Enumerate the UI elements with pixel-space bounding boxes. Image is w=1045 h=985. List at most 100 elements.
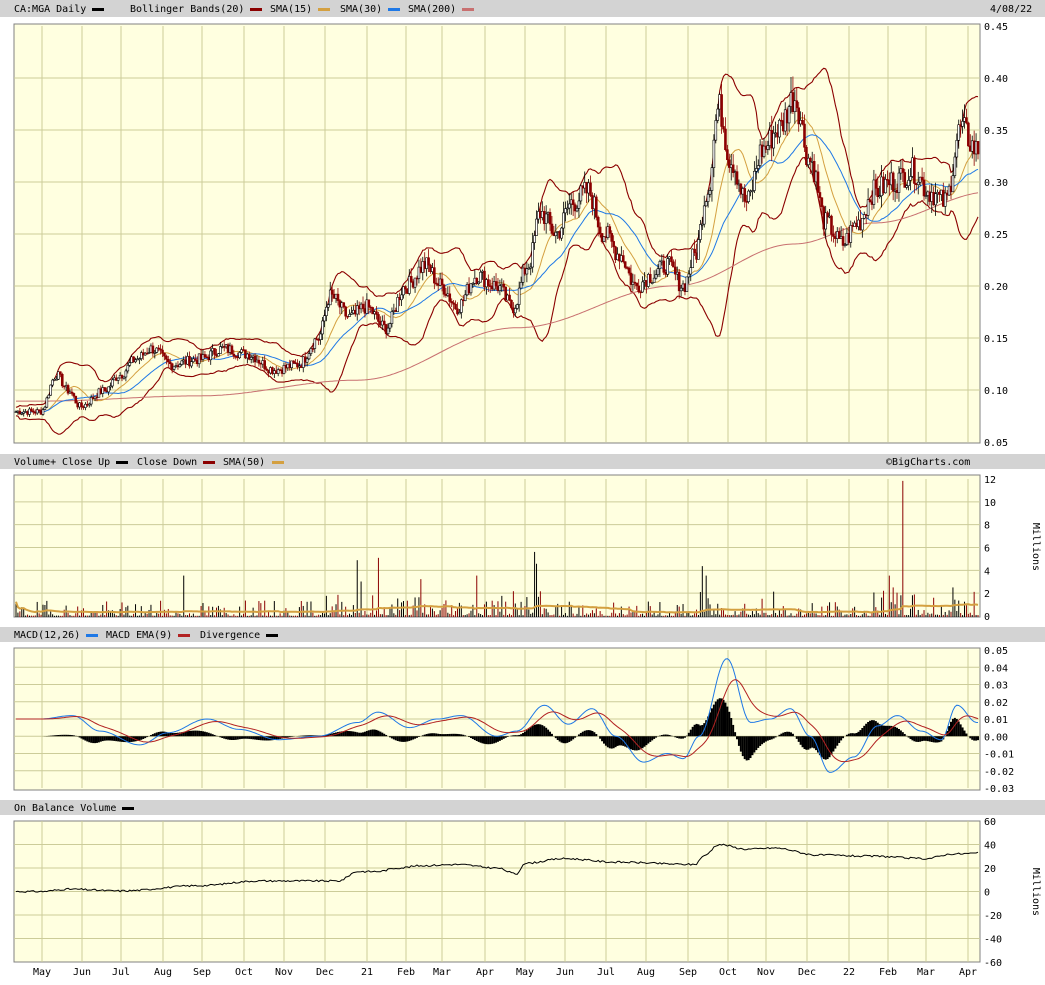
- x-tick-label: May: [516, 967, 534, 978]
- bb-legend-swatch: [250, 8, 262, 11]
- candle-body: [336, 293, 340, 301]
- candle-body: [313, 338, 317, 349]
- candle-body: [710, 167, 714, 191]
- candle-body: [51, 379, 54, 386]
- x-tick-label: Dec: [798, 967, 816, 978]
- price-tick-label: 0.20: [984, 282, 1008, 293]
- candle-body: [213, 348, 216, 355]
- vol-sma-label: SMA(50): [223, 457, 265, 468]
- x-tick-label: Jun: [556, 967, 574, 978]
- candle-body: [232, 353, 236, 357]
- candle-body: [849, 225, 853, 243]
- candle-body: [562, 212, 565, 229]
- candle-body: [861, 217, 864, 231]
- obv-tick-label: 0: [984, 888, 990, 899]
- volume-unit-label: Millions: [1030, 523, 1041, 571]
- candle-body: [724, 128, 727, 151]
- candle-body: [874, 179, 878, 189]
- candle-body: [327, 304, 330, 308]
- candle-body: [656, 268, 660, 275]
- candle-body: [702, 205, 706, 225]
- volume-tick-label: 0: [984, 612, 990, 623]
- candle-body: [305, 358, 309, 363]
- symbol-legend-swatch: [92, 8, 104, 11]
- volume-tick-label: 8: [984, 521, 990, 532]
- x-tick-label: Jun: [73, 967, 91, 978]
- macd-tick-label: 0.00: [984, 732, 1008, 743]
- candle-body: [571, 199, 575, 205]
- candle-body: [367, 299, 371, 308]
- candle-body: [753, 170, 756, 191]
- sma30-legend-swatch: [388, 8, 400, 11]
- candle-body: [554, 231, 558, 237]
- candle-body: [508, 294, 511, 301]
- x-tick-label: 22: [843, 967, 855, 978]
- candle-body: [257, 359, 261, 364]
- candle-body: [502, 283, 506, 288]
- x-axis: May Jun Jul Aug Sep Oct Nov Dec 21 Feb Mar Apr May Ju…: [33, 967, 977, 978]
- candle-body: [623, 261, 627, 268]
- chart-svg: CA:MGA Daily Bollinger Bands(20) SMA(15)…: [0, 0, 1045, 978]
- candle-body: [816, 171, 820, 193]
- candle-body: [433, 267, 436, 284]
- obv-y-axis: 60 40 20 0 -20 -40 -60: [984, 817, 1002, 969]
- candle-body: [598, 226, 602, 234]
- candle-body: [498, 285, 502, 291]
- candle-body: [699, 224, 702, 240]
- candle-body: [217, 353, 220, 357]
- x-tick-label: Oct: [719, 967, 737, 978]
- candle-body: [712, 139, 716, 168]
- candle-body: [866, 199, 870, 216]
- macd-ema-label: MACD EMA(9): [106, 630, 172, 641]
- candle-body: [957, 124, 961, 141]
- candle-body: [594, 196, 598, 218]
- candle-body: [909, 176, 912, 181]
- candle-body: [920, 176, 924, 181]
- obv-tick-label: -60: [984, 958, 1002, 969]
- candle-body: [687, 273, 691, 278]
- x-tick-label: Nov: [757, 967, 775, 978]
- candle-body: [913, 157, 916, 184]
- macd-tick-label: 0.02: [984, 698, 1008, 709]
- x-tick-label: Sep: [193, 967, 211, 978]
- x-tick-label: 21: [361, 967, 373, 978]
- candle-body: [706, 193, 710, 202]
- candle-body: [413, 277, 417, 288]
- candle-body: [460, 299, 463, 313]
- close-up-label: Close Up: [62, 457, 110, 468]
- price-tick-label: 0.35: [984, 126, 1008, 137]
- candle-body: [901, 168, 905, 173]
- vol-sma-swatch: [272, 461, 284, 464]
- candle-body: [163, 352, 166, 357]
- candle-body: [637, 285, 640, 293]
- candle-body: [965, 117, 968, 124]
- macd-label: MACD(12,26): [14, 630, 80, 641]
- candle-body: [743, 188, 747, 202]
- candle-body: [209, 350, 213, 361]
- x-tick-label: Feb: [879, 967, 897, 978]
- candle-body: [263, 360, 266, 370]
- price-tick-label: 0.30: [984, 178, 1008, 189]
- candle-body: [722, 126, 725, 130]
- price-tick-label: 0.25: [984, 230, 1008, 241]
- candle-body: [955, 139, 959, 158]
- candle-body: [610, 233, 614, 242]
- obv-tick-label: 60: [984, 817, 996, 828]
- candle-body: [916, 181, 920, 186]
- volume-y-axis: 12 10 8 6 4 2 0: [984, 475, 996, 623]
- candle-body: [976, 141, 980, 155]
- candle-body: [662, 260, 666, 273]
- candle-body: [756, 165, 760, 169]
- x-tick-label: Apr: [476, 967, 494, 978]
- volume-tick-label: 10: [984, 498, 996, 509]
- candle-body: [778, 119, 781, 138]
- x-tick-label: Jul: [597, 967, 615, 978]
- candle-body: [704, 201, 708, 207]
- candle-body: [766, 145, 770, 150]
- x-tick-label: Mar: [917, 967, 935, 978]
- x-tick-label: Jul: [112, 967, 130, 978]
- macd-ema-swatch: [178, 634, 190, 637]
- candle-body: [903, 172, 907, 188]
- candle-body: [897, 172, 901, 193]
- candle-body: [533, 235, 536, 243]
